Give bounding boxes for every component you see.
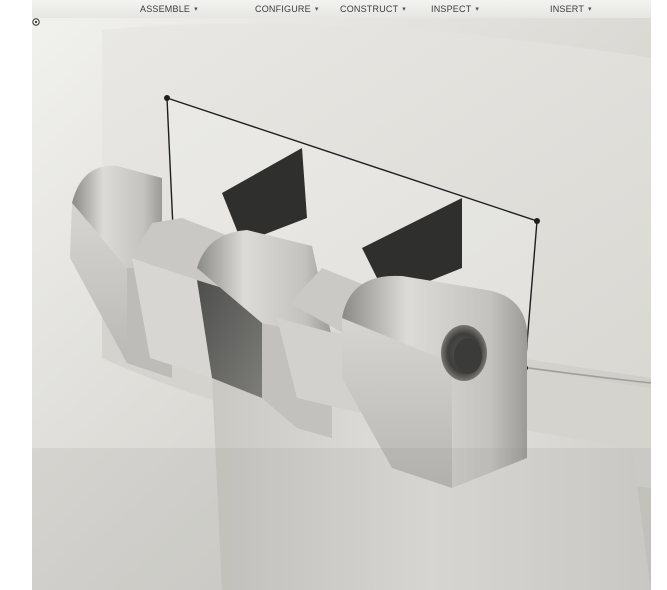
floor-shadow [32,448,651,590]
menu-assemble-label: ASSEMBLE [140,4,191,14]
menu-inspect-label: INSPECT [431,4,472,14]
pin-hole-inner [454,338,482,374]
menu-configure[interactable]: CONFIGURE ▾ [255,0,319,18]
menu-insert[interactable]: INSERT ▾ [550,0,592,18]
application-screen: ASSEMBLE ▾ CONFIGURE ▾ CONSTRUCT ▾ INSPE… [32,0,651,590]
3d-viewport[interactable] [32,18,651,590]
fusion-app-window: ASSEMBLE ▾ CONFIGURE ▾ CONSTRUCT ▾ INSPE… [0,0,667,590]
sketch-point[interactable] [164,95,170,101]
chevron-down-icon: ▾ [475,6,480,13]
model-render[interactable] [32,18,651,590]
orbit-origin-icon[interactable] [32,18,40,26]
menu-construct-label: CONSTRUCT [340,4,399,14]
toolbar: ASSEMBLE ▾ CONFIGURE ▾ CONSTRUCT ▾ INSPE… [32,0,651,19]
chevron-down-icon: ▾ [402,6,407,13]
menu-configure-label: CONFIGURE [255,4,311,14]
menu-inspect[interactable]: INSPECT ▾ [431,0,479,18]
sketch-point[interactable] [534,218,540,224]
chevron-down-icon: ▾ [588,6,592,13]
menu-construct[interactable]: CONSTRUCT ▾ [340,0,406,18]
menu-assemble[interactable]: ASSEMBLE ▾ [140,0,198,18]
photo-left-border [0,0,32,590]
photo-right-border [651,0,667,590]
menu-insert-label: INSERT [550,4,585,14]
chevron-down-icon: ▾ [314,6,319,13]
chevron-down-icon: ▾ [194,6,198,13]
